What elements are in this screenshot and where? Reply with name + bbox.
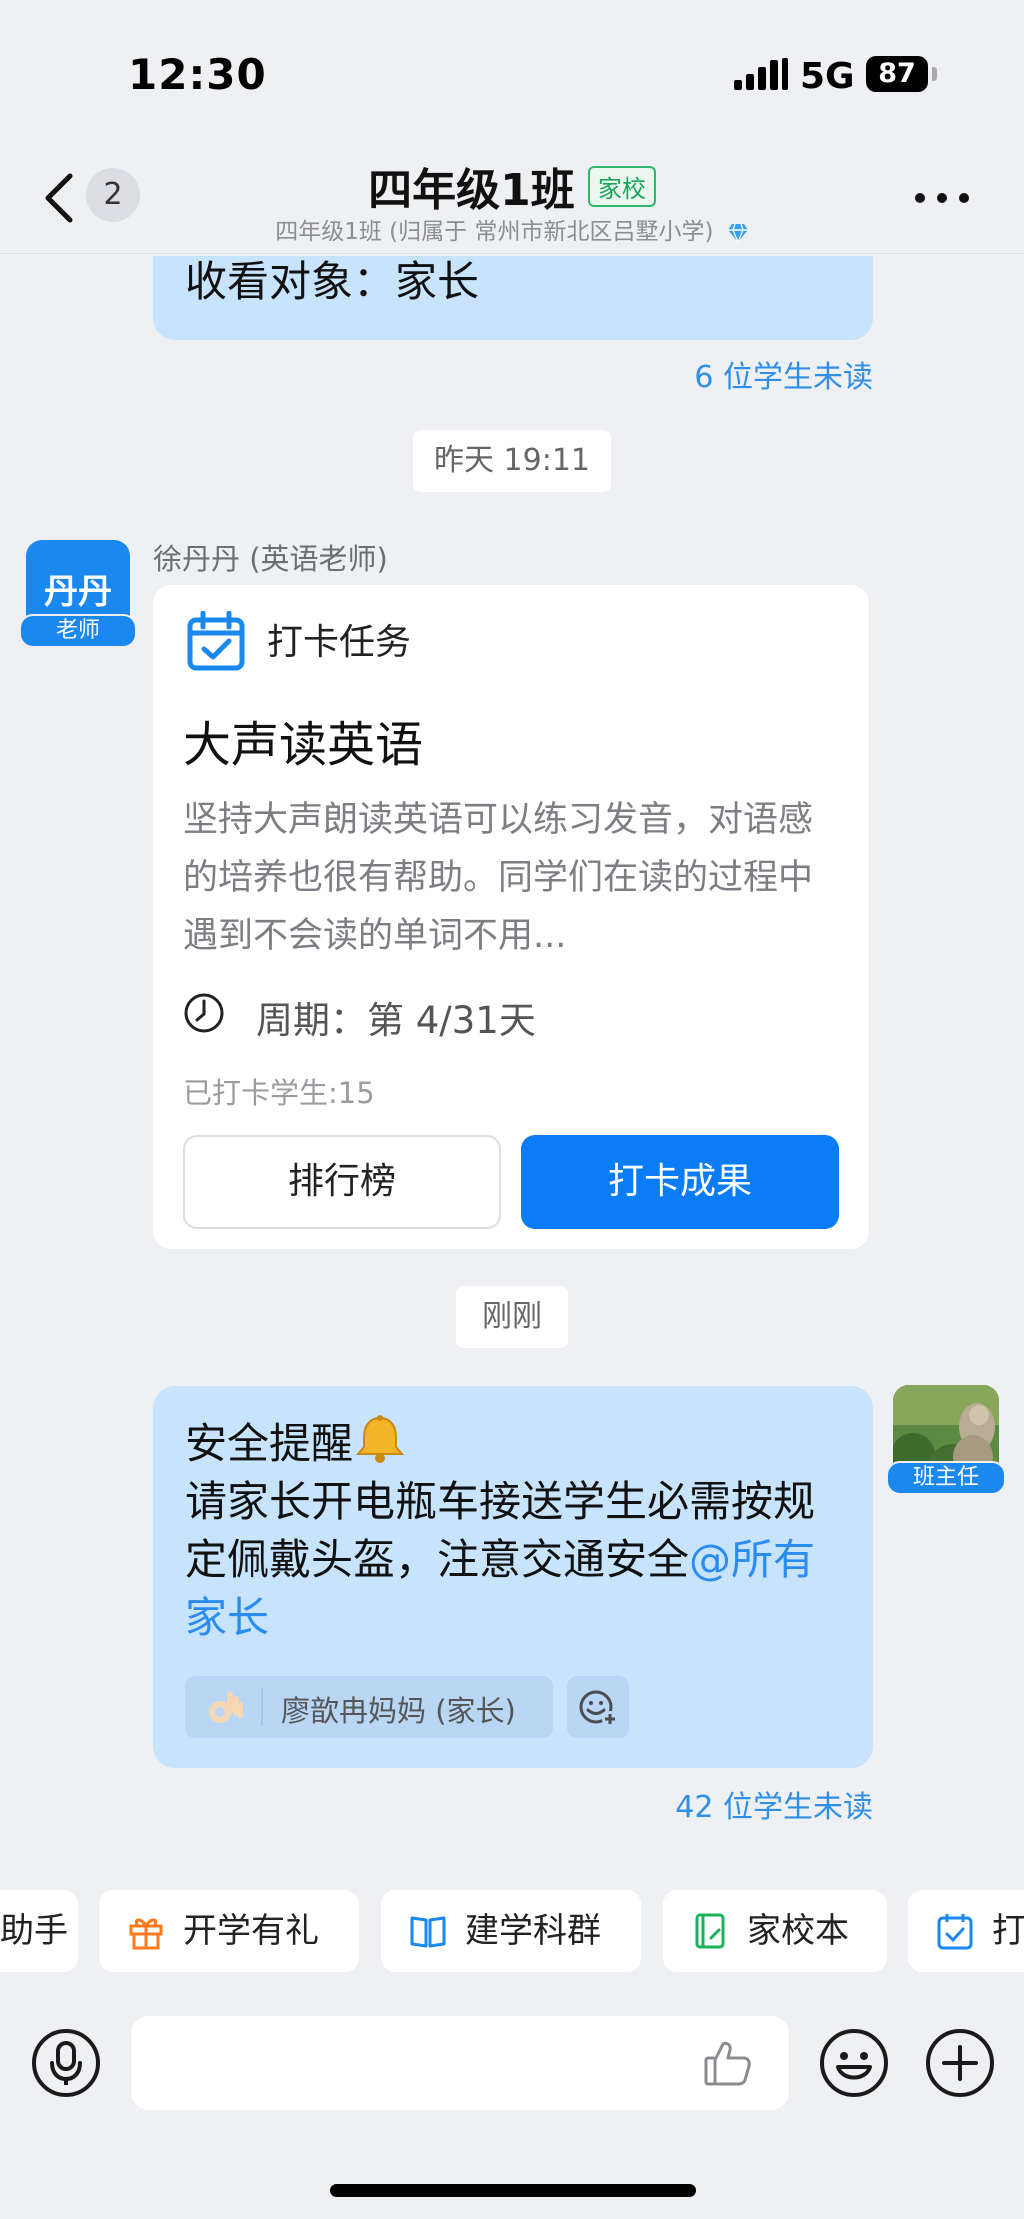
chat-title: 四年级1班 xyxy=(368,165,575,216)
previous-message-bubble[interactable]: 收看对象：家长 xyxy=(153,256,873,340)
chat-subtitle: 四年级1班 (归属于 常州市新北区吕墅小学) xyxy=(0,212,1024,246)
book-icon xyxy=(410,1916,446,1948)
status-time: 12:30 xyxy=(128,50,267,99)
ranking-button[interactable]: 排行榜 xyxy=(183,1135,501,1229)
battery-cap xyxy=(932,67,937,81)
card-title: 大声读英语 xyxy=(183,717,424,773)
shortcut-bar: 助手 开学有礼 建学科群 家校本 打 xyxy=(0,1890,1024,1976)
input-bar xyxy=(0,2000,1024,2120)
thumbs-up-icon[interactable] xyxy=(703,2038,753,2088)
read-status[interactable]: 6 位学生未读 xyxy=(573,352,873,396)
chat-header: 2 四年级1班 家校 四年级1班 (归属于 常州市新北区吕墅小学) xyxy=(0,150,1024,254)
shortcut-label: 助手 xyxy=(0,1911,68,1951)
audience-text: 收看对象：家长 xyxy=(185,257,480,306)
emoji-icon[interactable] xyxy=(818,2027,890,2099)
calendar-check-icon xyxy=(187,611,245,671)
timestamp: 刚刚 xyxy=(456,1286,568,1348)
head-teacher-badge: 班主任 xyxy=(886,1461,1006,1495)
avatar-name: 丹丹 xyxy=(44,572,112,612)
title-row: 四年级1班 家校 xyxy=(0,154,1024,218)
home-indicator[interactable] xyxy=(330,2184,696,2197)
checked-count: 已打卡学生:15 xyxy=(183,1076,375,1110)
my-message-bubble[interactable]: 安全提醒 请家长开电瓶车接送学生必需按规定佩戴头盔，注意交通安全@所有家长 廖歆… xyxy=(153,1386,873,1768)
gift-icon xyxy=(129,1918,163,1950)
checkin-icon xyxy=(937,1914,973,1950)
notebook-icon xyxy=(695,1913,725,1949)
diamond-icon xyxy=(727,223,748,243)
teacher-role-badge: 老师 xyxy=(19,614,137,648)
shortcut-welcome-gift[interactable]: 开学有礼 xyxy=(99,1890,359,1972)
reaction-chip[interactable]: 廖歆冉妈妈 (家长) xyxy=(185,1676,553,1738)
timestamp: 昨天 19:11 xyxy=(413,430,611,492)
checkin-task-card[interactable]: 打卡任务 大声读英语 坚持大声朗读英语可以练习发音，对语感的培养也很有帮助。同学… xyxy=(153,585,869,1249)
group-type-tag: 家校 xyxy=(587,165,656,207)
shortcut-label: 打 xyxy=(992,1911,1024,1951)
shortcut-label: 家校本 xyxy=(747,1911,849,1951)
battery-level: 87 xyxy=(866,56,928,92)
message-title: 安全提醒 xyxy=(185,1419,354,1468)
bell-icon xyxy=(355,1415,405,1463)
shortcut-subject-group[interactable]: 建学科群 xyxy=(381,1890,641,1972)
message-input[interactable] xyxy=(131,2016,789,2110)
reaction-user: 廖歆冉妈妈 (家长) xyxy=(281,1694,516,1728)
card-description: 坚持大声朗读英语可以练习发音，对语感的培养也很有帮助。同学们在读的过程中遇到不会… xyxy=(183,800,814,956)
shortcut-label: 建学科群 xyxy=(465,1911,601,1951)
network-type: 5G xyxy=(800,56,855,97)
read-status[interactable]: 42 位学生未读 xyxy=(573,1782,873,1826)
status-bar: 12:30 5G 87 xyxy=(0,0,1024,150)
signal-icon xyxy=(734,58,788,90)
shortcut-label: 开学有礼 xyxy=(183,1911,319,1951)
add-emoji-icon xyxy=(579,1690,618,1727)
shortcut-assistant[interactable]: 助手 xyxy=(0,1890,78,1972)
voice-input-icon[interactable] xyxy=(30,2027,102,2099)
more-icon[interactable] xyxy=(912,188,972,208)
shortcut-checkin[interactable]: 打 xyxy=(908,1890,1024,1972)
message-text: 安全提醒 请家长开电瓶车接送学生必需按规定佩戴头盔，注意交通安全@所有家长 xyxy=(185,1414,845,1647)
clock-icon xyxy=(184,993,224,1033)
reaction-divider xyxy=(261,1688,263,1726)
card-type-label: 打卡任务 xyxy=(267,622,412,663)
plus-icon[interactable] xyxy=(924,2027,996,2099)
add-reaction-button[interactable] xyxy=(567,1676,629,1738)
results-button[interactable]: 打卡成果 xyxy=(521,1135,839,1229)
sender-name: 徐丹丹 (英语老师) xyxy=(153,542,388,576)
subtitle-text: 四年级1班 (归属于 常州市新北区吕墅小学) xyxy=(275,219,714,245)
ok-hand-emoji-icon xyxy=(209,1692,243,1723)
period-text: 周期：第 4/31天 xyxy=(256,999,536,1042)
shortcut-home-school-book[interactable]: 家校本 xyxy=(663,1890,887,1972)
